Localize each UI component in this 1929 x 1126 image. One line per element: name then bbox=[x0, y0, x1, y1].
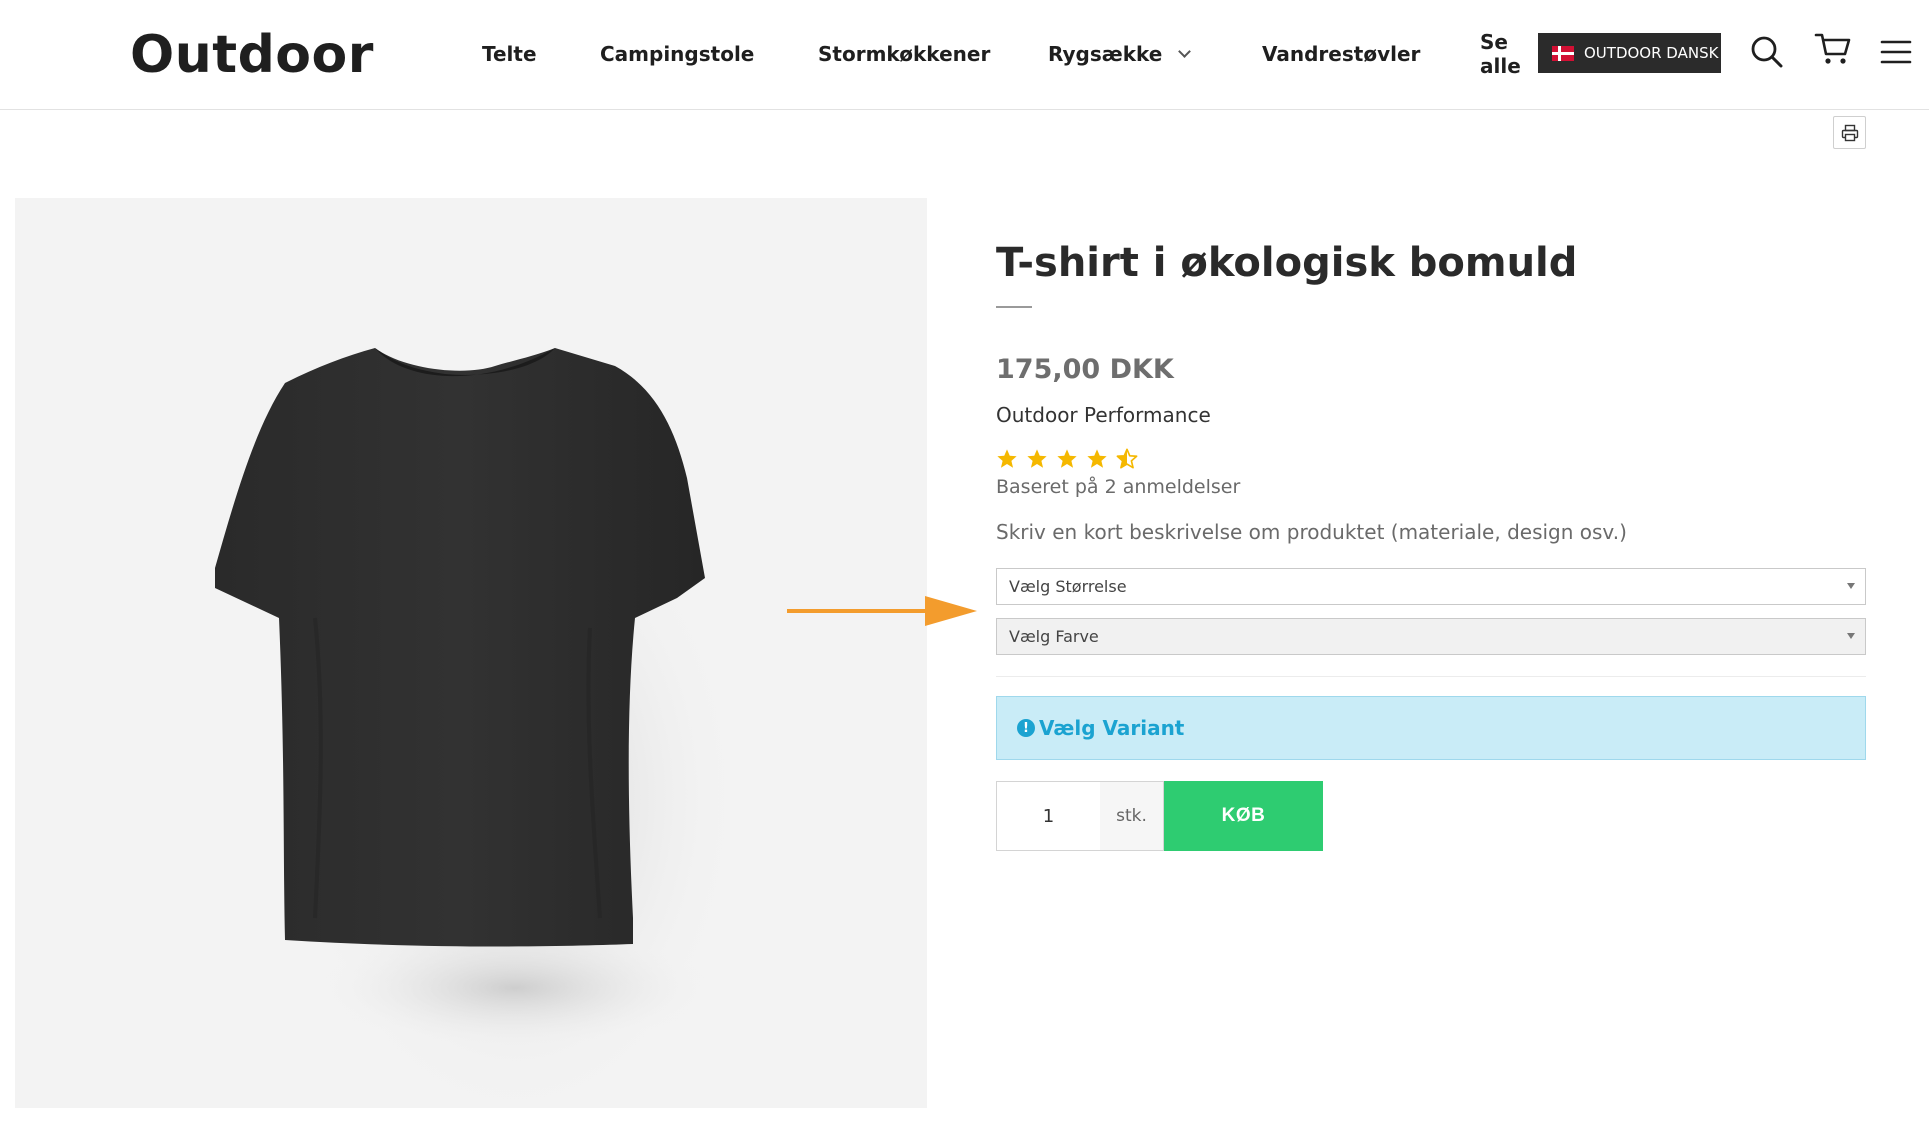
reviews-count[interactable]: Baseret på 2 anmeldelser bbox=[996, 473, 1240, 501]
printer-icon bbox=[1841, 124, 1858, 141]
nav-item-stormkokkener[interactable]: Stormkøkkener bbox=[818, 40, 990, 68]
dropdown-caret-icon bbox=[1847, 583, 1855, 589]
quantity-input[interactable] bbox=[996, 781, 1101, 851]
divider bbox=[996, 676, 1866, 677]
product-brand: Outdoor Performance bbox=[996, 403, 1211, 427]
cart-icon[interactable] bbox=[1814, 30, 1851, 66]
exclamation-icon: ! bbox=[1017, 719, 1035, 737]
variant-alert-text: Vælg Variant bbox=[1039, 716, 1185, 740]
print-button[interactable] bbox=[1833, 116, 1866, 149]
dropdown-caret-icon bbox=[1847, 633, 1855, 639]
star-full-icon bbox=[1057, 449, 1077, 468]
product-description: Skriv en kort beskrivelse om produktet (… bbox=[996, 520, 1627, 544]
quantity-unit: stk. bbox=[1100, 781, 1164, 851]
star-half-icon bbox=[1116, 448, 1138, 469]
star-full-icon bbox=[1087, 449, 1107, 468]
chevron-down-icon bbox=[1178, 45, 1192, 58]
language-label: OUTDOOR DANSK bbox=[1584, 44, 1719, 62]
site-header: Outdoor Telte Campingstole Stormkøkkener… bbox=[0, 0, 1929, 110]
size-select[interactable]: Vælg Størrelse bbox=[996, 568, 1866, 605]
star-full-icon bbox=[1027, 449, 1047, 468]
color-select-value: Vælg Farve bbox=[1009, 627, 1099, 646]
denmark-flag-icon bbox=[1552, 45, 1574, 61]
pointer-arrow-icon bbox=[787, 596, 977, 626]
product-title: T-shirt i økologisk bomuld bbox=[996, 240, 1578, 286]
hamburger-menu-icon[interactable] bbox=[1880, 34, 1916, 70]
buy-button[interactable]: KØB bbox=[1164, 781, 1323, 851]
site-logo[interactable]: Outdoor bbox=[130, 20, 374, 90]
nav-item-vandrestovler[interactable]: Vandrestøvler bbox=[1262, 40, 1420, 68]
size-select-value: Vælg Størrelse bbox=[1009, 577, 1127, 596]
language-selector-button[interactable]: OUTDOOR DANSK bbox=[1538, 33, 1721, 73]
variant-alert: ! Vælg Variant bbox=[996, 696, 1866, 760]
nav-item-label: Rygsække bbox=[1048, 42, 1163, 66]
title-divider bbox=[996, 306, 1032, 308]
star-full-icon bbox=[997, 449, 1017, 468]
color-select[interactable]: Vælg Farve bbox=[996, 618, 1866, 655]
nav-item-telte[interactable]: Telte bbox=[482, 40, 537, 68]
product-price: 175,00 DKK bbox=[996, 354, 1174, 385]
rating-stars[interactable] bbox=[996, 448, 1138, 474]
search-icon[interactable] bbox=[1749, 34, 1785, 70]
nav-item-campingstole[interactable]: Campingstole bbox=[600, 40, 754, 68]
nav-item-see-all[interactable]: Se alle bbox=[1480, 30, 1530, 78]
product-image[interactable] bbox=[15, 198, 927, 1108]
nav-item-rygsaekke[interactable]: Rygsække bbox=[1048, 40, 1192, 68]
